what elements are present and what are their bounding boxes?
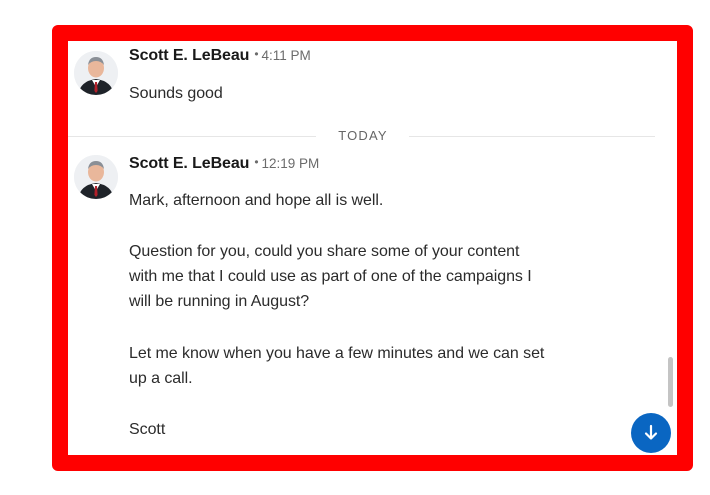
conversation-panel: Scott E. LeBeau • 4:11 PM Sounds good TODA…	[68, 41, 677, 455]
message-text-line: up a call.	[129, 370, 193, 387]
message-time: 4:11 PM	[261, 48, 311, 63]
sender-name[interactable]: Scott E. LeBeau	[129, 155, 249, 172]
message-text-line: Scott	[129, 421, 166, 438]
sender-avatar[interactable]	[74, 155, 118, 199]
message-header: Scott E. LeBeau • 4:11 PM	[129, 47, 311, 69]
arrow-down-icon	[644, 424, 658, 440]
scrollbar-thumb[interactable]	[668, 357, 673, 407]
highlight-frame: Scott E. LeBeau • 4:11 PM Sounds good TODA…	[52, 25, 693, 471]
message-text-line: Question for you, could you share some o…	[129, 243, 520, 260]
message-text-line: will be running in August?	[129, 293, 310, 310]
sender-avatar[interactable]	[74, 51, 118, 95]
message-item: Scott E. LeBeau • 12:19 PM Mark, afternoon…	[68, 149, 677, 455]
header-separator: •	[254, 47, 259, 61]
divider-label: TODAY	[323, 128, 403, 143]
header-separator: •	[254, 155, 259, 169]
message-text-line: Let me know when you have a few minutes …	[129, 345, 545, 362]
date-divider: TODAY	[68, 128, 655, 144]
divider-line-right	[409, 136, 655, 137]
scroll-to-bottom-button[interactable]	[631, 413, 671, 453]
message-time: 12:19 PM	[261, 156, 320, 171]
message-text-line: with me that I could use as part of one …	[129, 268, 532, 285]
message-header: Scott E. LeBeau • 12:19 PM	[129, 155, 319, 177]
person-avatar-icon	[74, 155, 118, 199]
message-text: Sounds good	[129, 85, 223, 102]
divider-line-left	[68, 136, 316, 137]
message-text-line: Mark, afternoon and hope all is well.	[129, 192, 384, 209]
sender-name[interactable]: Scott E. LeBeau	[129, 47, 249, 64]
message-item: Scott E. LeBeau • 4:11 PM Sounds good	[68, 41, 677, 127]
person-avatar-icon	[74, 51, 118, 95]
